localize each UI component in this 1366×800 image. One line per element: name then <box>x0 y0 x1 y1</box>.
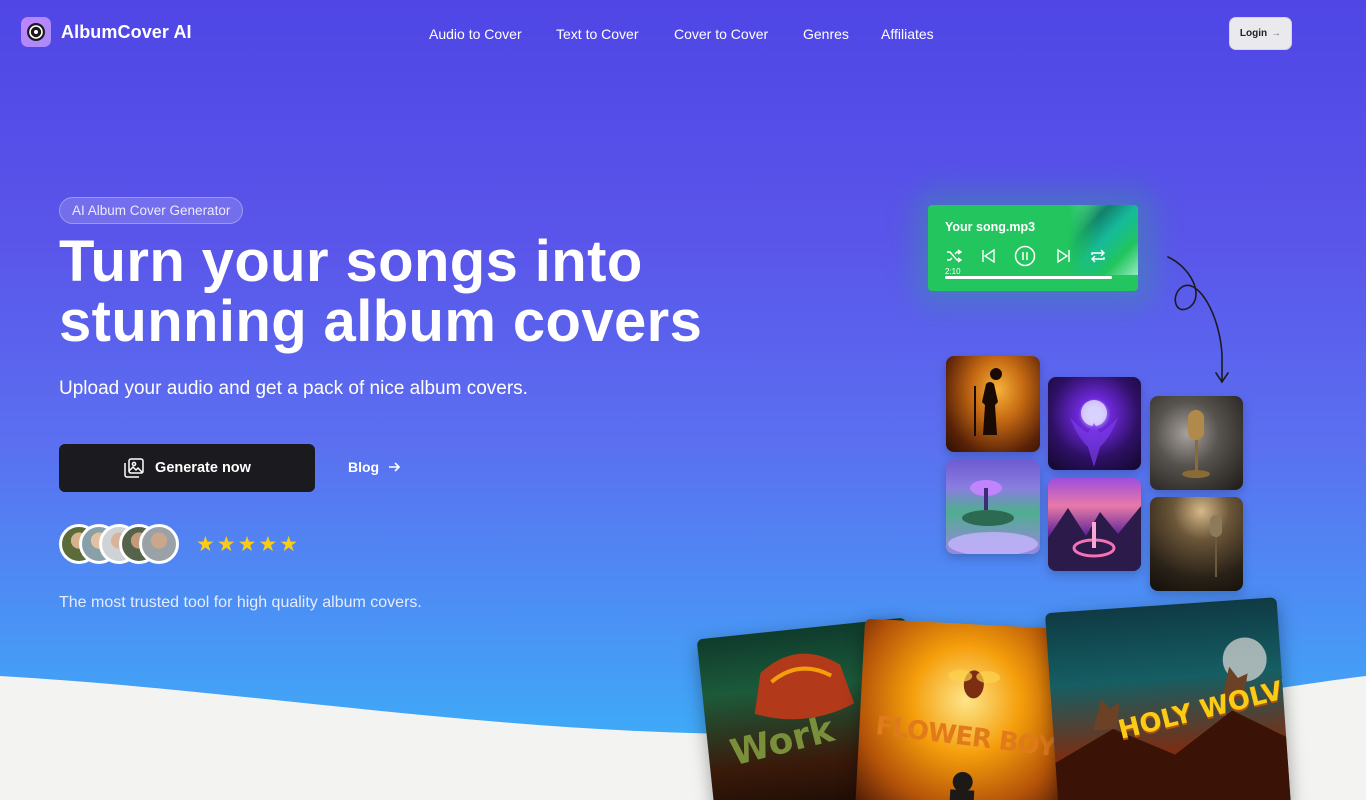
login-label: Login <box>1239 28 1268 39</box>
player-time: 2:10 <box>945 267 961 276</box>
shuffle-icon[interactable] <box>945 247 963 265</box>
curved-arrow-icon <box>1167 256 1229 384</box>
pause-icon[interactable] <box>1014 245 1036 267</box>
hero-subheadline: Upload your audio and get a pack of nice… <box>59 378 528 399</box>
generate-now-label: Generate now <box>155 460 251 476</box>
vinyl-record-icon <box>21 17 51 47</box>
next-icon[interactable] <box>1055 247 1073 265</box>
nav-affiliates[interactable]: Affiliates <box>881 26 934 42</box>
nav-audio-to-cover[interactable]: Audio to Cover <box>429 26 522 42</box>
brand-logo[interactable]: AlbumCover AI <box>21 17 192 47</box>
headline-line-2: stunning album covers <box>59 289 703 354</box>
headline-line-1: Turn your songs into <box>59 229 643 294</box>
hero-section: AlbumCover AI Audio to Cover Text to Cov… <box>0 0 1366 800</box>
images-icon <box>124 458 144 478</box>
player-progress-fill <box>945 276 1112 279</box>
brand-name: AlbumCover AI <box>61 21 192 42</box>
blog-label: Blog <box>348 459 380 475</box>
previous-icon[interactable] <box>979 247 997 265</box>
trusted-tagline: The most trusted tool for high quality a… <box>59 594 422 611</box>
generate-now-button[interactable]: Generate now <box>59 444 315 492</box>
hero-headline: Turn your songs into stunning album cove… <box>59 232 779 352</box>
cover-flower-boy[interactable]: FLOWER BOY <box>855 618 1075 800</box>
avatar <box>139 524 179 564</box>
rating-stars: ★★★★★ <box>196 533 301 556</box>
cover-thumbnail[interactable] <box>1150 396 1243 490</box>
login-button[interactable]: Login → <box>1229 17 1292 50</box>
cover-holy-wolves[interactable]: HOLY WOLVES <box>1044 597 1292 800</box>
cover-thumbnail[interactable] <box>946 460 1040 554</box>
audio-player-card: Your song.mp3 2:10 <box>928 205 1138 291</box>
user-avatars <box>59 524 189 564</box>
nav-cover-to-cover[interactable]: Cover to Cover <box>674 26 768 42</box>
arrow-right-icon: → <box>1271 28 1282 39</box>
blog-link[interactable]: Blog <box>348 459 401 475</box>
nav-genres[interactable]: Genres <box>803 26 849 42</box>
cover-thumbnail[interactable] <box>946 356 1040 452</box>
cover-thumbnail[interactable] <box>1048 377 1141 470</box>
repeat-icon[interactable] <box>1089 247 1107 265</box>
nav-text-to-cover[interactable]: Text to Cover <box>556 26 638 42</box>
player-progress-bar[interactable] <box>945 276 1112 279</box>
player-filename: Your song.mp3 <box>945 220 1036 234</box>
cover-thumbnail[interactable] <box>1150 497 1243 591</box>
arrow-right-icon <box>389 462 401 472</box>
cover-thumbnail[interactable] <box>1048 478 1141 571</box>
hero-badge: AI Album Cover Generator <box>59 197 244 224</box>
